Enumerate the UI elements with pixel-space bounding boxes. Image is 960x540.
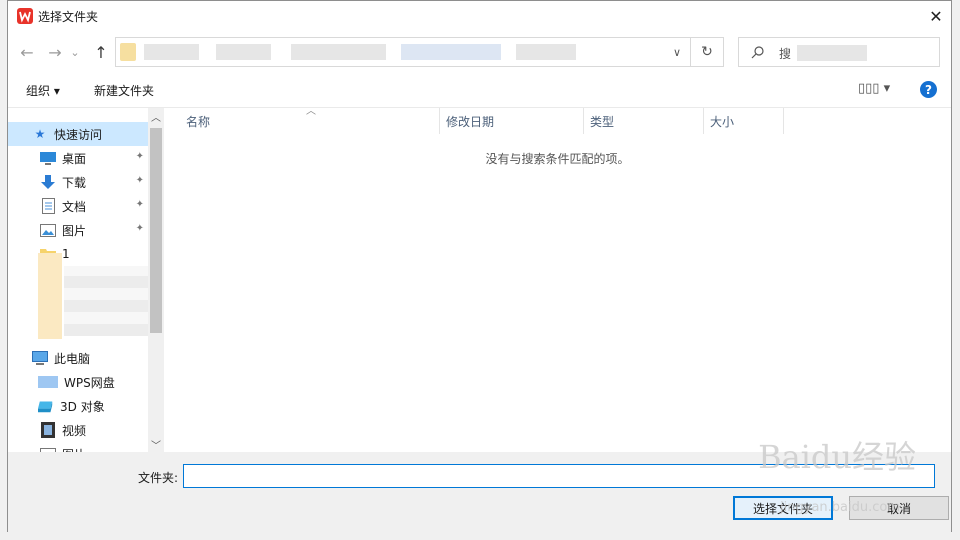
column-label: 类型: [590, 114, 615, 129]
sidebar-item-folder-1[interactable]: 1: [8, 242, 148, 266]
sidebar-item-desktop[interactable]: 桌面 ✦: [8, 146, 148, 170]
folder-label: 文件夹:: [138, 471, 179, 485]
sidebar-item-pictures-pc[interactable]: 图片: [8, 442, 148, 452]
sidebar-item-label: 3D 对象: [60, 399, 105, 414]
up-button[interactable]: ↑: [90, 39, 112, 65]
command-toolbar: 组织 ▾ 新建文件夹 ▯▯▯ ▾ ?: [8, 73, 951, 108]
blurred-folder-icons: [38, 253, 62, 339]
column-label: 名称: [186, 114, 211, 129]
baidu-watermark: Baidu经验: [758, 438, 916, 476]
refresh-icon: ↻: [701, 44, 713, 60]
star-icon: ★: [34, 127, 46, 141]
folder-icon: [120, 43, 136, 61]
search-icon: [751, 46, 764, 59]
desktop-icon: [40, 150, 56, 166]
forward-button[interactable]: →: [44, 39, 66, 65]
column-label: 大小: [710, 114, 735, 129]
column-header-type[interactable]: 类型: [584, 108, 704, 134]
scroll-up-icon[interactable]: ︿: [148, 108, 164, 124]
close-button[interactable]: ✕: [921, 1, 951, 31]
address-blurred: [144, 44, 199, 60]
pictures-icon: [40, 222, 56, 238]
wps-app-icon: [17, 8, 33, 24]
address-bar[interactable]: ∨ ↻: [115, 37, 724, 67]
search-box[interactable]: 搜: [738, 37, 940, 67]
video-icon: [40, 422, 56, 438]
pin-icon[interactable]: ✦: [136, 151, 144, 162]
sidebar-item-label: 快速访问: [54, 127, 103, 142]
sidebar-item-label: 视频: [62, 423, 87, 438]
sidebar-item-label: 图片: [62, 223, 87, 238]
sidebar-item-label: WPS网盘: [64, 375, 115, 390]
sidebar-item-quick-access[interactable]: ★ 快速访问: [8, 122, 148, 146]
address-blurred: [401, 44, 501, 60]
baidu-watermark-url: jingyan.baidu.com: [780, 500, 900, 515]
chevron-down-icon: ⌄: [70, 45, 80, 59]
arrow-right-icon: →: [48, 42, 62, 62]
column-header-size[interactable]: 大小: [704, 108, 784, 134]
navigation-bar: ← → ⌄ ↑ ∨ ↻ 搜: [8, 31, 951, 73]
scroll-down-icon[interactable]: ﹀: [148, 436, 164, 452]
chevron-down-icon: ∨: [672, 45, 682, 59]
pin-icon[interactable]: ✦: [136, 175, 144, 186]
file-list: 名称 ︿ 修改日期 类型 大小 没有与搜索条件匹配的项。: [164, 106, 951, 452]
search-placeholder: 搜: [779, 47, 792, 61]
new-folder-button[interactable]: 新建文件夹: [94, 82, 154, 99]
help-icon[interactable]: ?: [920, 81, 937, 98]
pin-icon[interactable]: ✦: [136, 223, 144, 234]
pin-icon[interactable]: ✦: [136, 199, 144, 210]
address-blurred: [216, 44, 271, 60]
column-header-modified[interactable]: 修改日期: [440, 108, 584, 134]
column-header-name[interactable]: 名称 ︿: [164, 106, 440, 134]
organize-menu[interactable]: 组织 ▾: [26, 82, 60, 99]
sidebar-item-wps-drive[interactable]: WPS网盘: [8, 370, 148, 394]
recent-locations-button[interactable]: ⌄: [68, 39, 82, 65]
title-bar: 选择文件夹 ✕: [8, 1, 951, 31]
cloud-drive-icon: [38, 374, 58, 390]
close-icon: ✕: [929, 6, 943, 26]
address-dropdown[interactable]: ∨: [663, 38, 691, 66]
sidebar-item-pictures[interactable]: 图片 ✦: [8, 218, 148, 242]
sidebar-item-label: 此电脑: [54, 351, 91, 366]
navigation-pane: ★ 快速访问 桌面 ✦ 下载 ✦ 文档 ✦ 图片 ✦ 1 此电脑 WPS网盘 3…: [8, 108, 164, 452]
sidebar-item-label: 下载: [62, 175, 87, 190]
refresh-button[interactable]: ↻: [690, 38, 723, 66]
view-options-icon[interactable]: ▯▯▯ ▾: [858, 81, 890, 96]
arrow-up-icon: ↑: [94, 42, 108, 62]
empty-message: 没有与搜索条件匹配的项。: [485, 152, 630, 166]
download-icon: [40, 174, 56, 190]
scroll-thumb[interactable]: [150, 128, 162, 333]
search-blurred: [797, 45, 867, 61]
sidebar-item-label: 1: [62, 247, 70, 261]
dialog-title: 选择文件夹: [38, 10, 99, 24]
3d-objects-icon: [38, 398, 54, 414]
sort-ascending-icon: ︿: [306, 106, 316, 117]
arrow-left-icon: ←: [20, 42, 34, 62]
sidebar-item-label: 文档: [62, 199, 87, 214]
sidebar-item-videos[interactable]: 视频: [8, 418, 148, 442]
column-label: 修改日期: [446, 114, 495, 129]
address-blurred: [291, 44, 386, 60]
sidebar-item-this-pc[interactable]: 此电脑: [8, 346, 148, 370]
sidebar-item-label: 桌面: [62, 151, 87, 166]
back-button[interactable]: ←: [16, 39, 38, 65]
sidebar-item-3d-objects[interactable]: 3D 对象: [8, 394, 148, 418]
blurred-folder-labels: [64, 266, 148, 336]
help-glyph: ?: [925, 82, 932, 97]
sidebar-item-downloads[interactable]: 下载 ✦: [8, 170, 148, 194]
document-icon: [40, 198, 56, 214]
computer-icon: [32, 350, 48, 366]
sidebar-scrollbar[interactable]: ︿ ﹀: [148, 108, 164, 452]
sidebar-item-documents[interactable]: 文档 ✦: [8, 194, 148, 218]
address-blurred: [516, 44, 576, 60]
